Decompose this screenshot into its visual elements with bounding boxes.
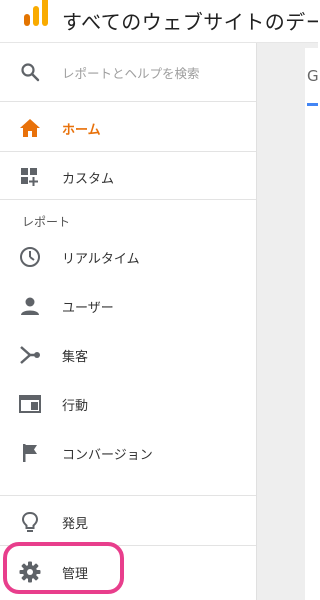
gear-icon — [18, 560, 42, 584]
sidebar-item-custom[interactable]: カスタム — [0, 153, 256, 201]
dashboard-icon — [18, 165, 42, 189]
sidebar-item-label: 行動 — [62, 398, 89, 414]
divider — [0, 545, 256, 546]
sidebar-item-label: カスタム — [62, 171, 115, 187]
app-window: すべてのウェブサイトのデー レポートとヘルプを検索 ホーム カスタム レポート … — [0, 0, 318, 600]
search-icon — [18, 60, 42, 84]
sidebar-item-label: 発見 — [62, 516, 89, 532]
home-icon — [18, 116, 42, 140]
sidebar-item-label: 管理 — [62, 566, 89, 582]
sidebar-item-acquisition[interactable]: 集客 — [0, 331, 256, 379]
sidebar-item-label: リアルタイム — [62, 251, 140, 267]
analytics-logo-icon — [24, 0, 48, 26]
divider — [0, 199, 256, 200]
sidebar-item-label: ユーザー — [62, 300, 114, 316]
divider — [0, 151, 256, 152]
sidebar-item-label: 集客 — [62, 349, 89, 365]
divider — [0, 101, 256, 102]
acquisition-icon — [18, 343, 42, 367]
search-input[interactable]: レポートとヘルプを検索 — [0, 48, 256, 96]
main-content: G — [257, 43, 318, 600]
sidebar-item-behavior[interactable]: 行動 — [0, 380, 256, 428]
sidebar-item-label: ホーム — [62, 122, 101, 138]
sidebar-item-label: コンバージョン — [62, 447, 153, 463]
sidebar-item-admin[interactable]: 管理 — [0, 548, 256, 596]
sidebar-item-realtime[interactable]: リアルタイム — [0, 233, 256, 281]
search-placeholder: レポートとヘルプを検索 — [62, 65, 200, 81]
sidebar-item-conversions[interactable]: コンバージョン — [0, 429, 256, 477]
page-title: すべてのウェブサイトのデー — [62, 10, 318, 34]
sidebar-item-discover[interactable]: 発見 — [0, 498, 256, 546]
clock-icon — [18, 245, 42, 269]
sidebar: レポートとヘルプを検索 ホーム カスタム レポート リアルタイム ユーザー 集客… — [0, 43, 257, 600]
sidebar-item-users[interactable]: ユーザー — [0, 282, 256, 330]
content-card — [305, 48, 318, 600]
active-tab-indicator — [307, 103, 318, 106]
divider — [0, 495, 256, 496]
lightbulb-icon — [18, 510, 42, 534]
flag-icon — [18, 441, 42, 465]
person-icon — [18, 294, 42, 318]
section-label-reports: レポート — [22, 215, 71, 229]
header-bar: すべてのウェブサイトのデー — [0, 0, 318, 43]
browser-window-icon — [18, 392, 42, 416]
content-tab-label[interactable]: G — [307, 67, 318, 85]
sidebar-item-home[interactable]: ホーム — [0, 104, 256, 152]
